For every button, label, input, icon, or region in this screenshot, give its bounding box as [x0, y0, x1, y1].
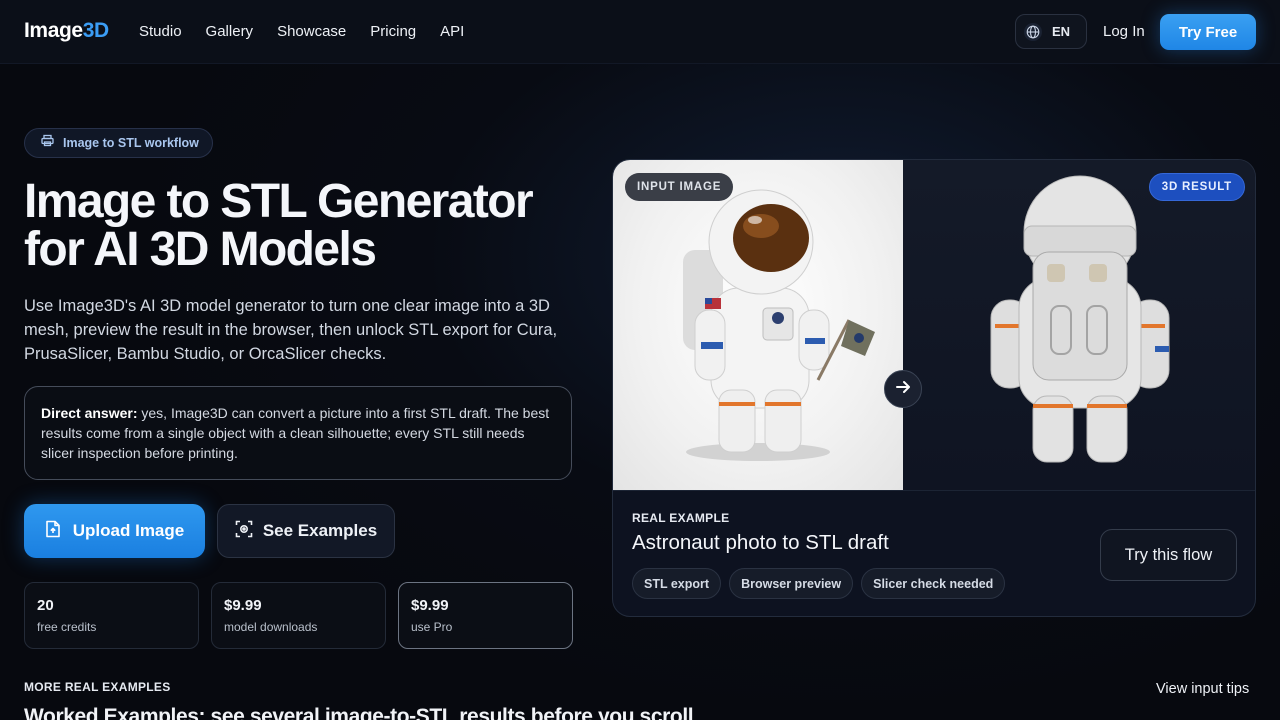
nav-link-showcase[interactable]: Showcase	[277, 23, 346, 40]
stat-label: model downloads	[224, 620, 318, 634]
result-preview: 3D RESULT	[903, 160, 1255, 490]
direct-answer-box: Direct answer: yes, Image3D can convert …	[24, 386, 572, 480]
answer-label: Direct answer:	[41, 405, 138, 421]
nav-links: Studio Gallery Showcase Pricing API	[139, 23, 488, 40]
card-title: Astronaut photo to STL draft	[632, 531, 889, 554]
globe-icon	[1024, 22, 1042, 41]
login-link[interactable]: Log In	[1103, 23, 1145, 40]
stat-free-credits: 20 free credits	[24, 582, 199, 649]
stat-use-pro[interactable]: $9.99 use Pro	[398, 582, 573, 649]
workflow-pill: Image to STL workflow	[24, 128, 213, 158]
title-line-1: Image to STL Generator	[24, 175, 534, 228]
examples-label: See Examples	[262, 521, 378, 540]
view-input-tips-link[interactable]: View input tips	[1156, 681, 1249, 697]
nav-link-gallery[interactable]: Gallery	[206, 23, 254, 40]
lead-paragraph: Use Image3D's AI 3D model generator to t…	[24, 297, 558, 363]
example-card: INPUT IMAGE 3D RESULT REAL EXAMPLE Astro…	[612, 159, 1256, 617]
title-line-2: for AI 3D Models	[24, 223, 377, 276]
input-image-tag: INPUT IMAGE	[625, 173, 734, 201]
nav-link-studio[interactable]: Studio	[139, 23, 182, 40]
try-free-button[interactable]: Try Free	[1160, 14, 1256, 50]
result-tag: 3D RESULT	[1148, 173, 1245, 201]
pill-label: Image to STL workflow	[63, 136, 199, 150]
nav-link-pricing[interactable]: Pricing	[370, 23, 416, 40]
astronaut-3d-model-illustration	[990, 175, 1170, 463]
chip-browser-preview: Browser preview	[729, 568, 854, 599]
compare-arrow-button[interactable]	[884, 370, 922, 408]
language-switcher[interactable]: EN	[1015, 14, 1087, 49]
feature-chips: STL export Browser preview Slicer check …	[632, 568, 1006, 599]
nav-link-api[interactable]: API	[440, 23, 464, 40]
upload-image-button[interactable]: Upload Image	[24, 504, 205, 558]
logo-accent: 3D	[82, 19, 109, 42]
upload-file-icon	[45, 520, 61, 543]
worked-examples-heading: Worked Examples: see several image-to-ST…	[24, 705, 694, 720]
upload-label: Upload Image	[72, 521, 185, 540]
card-eyebrow: REAL EXAMPLE	[632, 511, 730, 525]
stat-value: 20	[37, 597, 54, 614]
stat-model-downloads: $9.99 model downloads	[211, 582, 386, 649]
page-title: Image to STL Generator for AI 3D Models	[24, 178, 594, 274]
more-examples-eyebrow: MORE REAL EXAMPLES	[24, 680, 171, 694]
logo-text: Image	[24, 19, 83, 42]
printer-icon	[41, 134, 54, 152]
try-this-flow-button[interactable]: Try this flow	[1100, 529, 1237, 581]
scan-icon	[235, 520, 253, 543]
arrow-right-icon	[895, 380, 911, 399]
language-code: EN	[1052, 24, 1071, 39]
stat-value: $9.99	[224, 597, 262, 614]
logo[interactable]: Image3D	[24, 19, 109, 43]
stat-label: use Pro	[411, 620, 453, 634]
card-footer: REAL EXAMPLE Astronaut photo to STL draf…	[613, 490, 1255, 616]
top-nav: Image3D Studio Gallery Showcase Pricing …	[0, 0, 1280, 64]
chip-stl-export: STL export	[632, 568, 722, 599]
chip-slicer-check: Slicer check needed	[861, 568, 1006, 599]
astronaut-photo-illustration	[683, 189, 875, 461]
stat-label: free credits	[37, 620, 97, 634]
stat-value: $9.99	[411, 597, 449, 614]
input-image: INPUT IMAGE	[613, 160, 903, 490]
see-examples-button[interactable]: See Examples	[217, 504, 395, 558]
